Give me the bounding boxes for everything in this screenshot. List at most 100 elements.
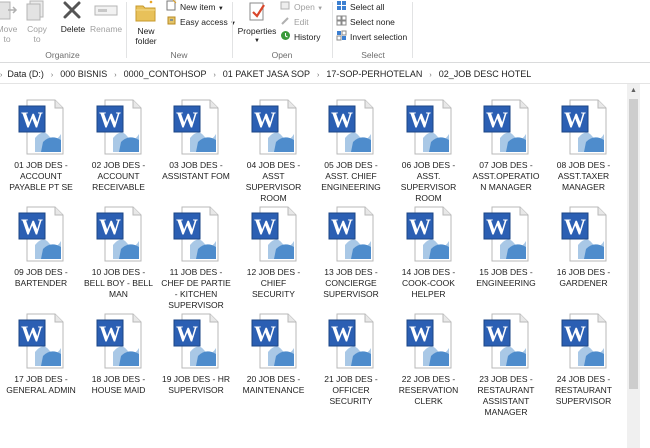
select-none-button[interactable]: Select none	[336, 15, 395, 29]
file-name: 15 JOB DES - ENGINEERING	[471, 267, 541, 289]
vertical-scrollbar[interactable]: ▲	[627, 84, 640, 448]
easy-access-button[interactable]: Easy access ▼	[166, 15, 236, 29]
open-button[interactable]: Open ▼	[280, 0, 323, 14]
file-name: 08 JOB DES - ASST.TAXER MANAGER	[549, 160, 619, 193]
svg-text:W: W	[176, 214, 198, 239]
file-item[interactable]: W 01 JOB DES - ACCOUNT PAYABLE PT SE	[6, 98, 76, 193]
file-name: 22 JOB DES - RESERVATION CLERK	[394, 374, 464, 407]
new-folder-label-1: New	[137, 26, 155, 36]
copy-to-button[interactable]: Copy to	[24, 0, 50, 44]
file-name-line: 23 JOB DES -	[479, 374, 533, 384]
file-name-line: 07 JOB DES -	[479, 160, 533, 170]
breadcrumb-item[interactable]: 02_JOB DESC HOTEL	[436, 65, 535, 83]
file-name-line: BARTENDER	[14, 278, 68, 288]
file-item[interactable]: W 02 JOB DES - ACCOUNT RECEIVABLE	[84, 98, 154, 193]
breadcrumb-chevron-icon[interactable]: ›	[313, 67, 323, 83]
file-name-line: 22 JOB DES -	[401, 374, 456, 384]
breadcrumb-item[interactable]: Data (D:)	[4, 65, 47, 83]
file-name-line: 12 JOB DES -	[246, 267, 301, 277]
file-name-line: 01 JOB DES -	[14, 160, 68, 170]
file-name-line: SECURITY	[329, 396, 373, 406]
breadcrumb-item[interactable]: 000 BISNIS	[57, 65, 110, 83]
word-document-icon: W	[17, 98, 65, 156]
file-name: 20 JOB DES - MAINTENANCE	[239, 374, 309, 396]
file-item[interactable]: W 11 JOB DES - CHEF DE PARTIE - KITCHEN SUPE…	[161, 205, 231, 311]
file-item[interactable]: W 13 JOB DES - CONCIERGE SUPERVISOR	[316, 205, 386, 300]
breadcrumb-item[interactable]: 0000_CONTOHSOP	[121, 65, 210, 83]
file-item[interactable]: W 10 JOB DES - BELL BOY - BELL MAN	[84, 205, 154, 300]
new-item-button[interactable]: New item ▼	[166, 0, 224, 14]
breadcrumb-chevron-icon[interactable]: ›	[110, 67, 120, 83]
properties-button[interactable]: Properties ▼	[236, 0, 278, 46]
file-name-line: 15 JOB DES -	[479, 267, 533, 277]
file-item[interactable]: W 23 JOB DES - RESTAURANT ASSISTANT MANAGER	[471, 312, 541, 418]
file-name: 05 JOB DES - ASST. CHIEF ENGINEERING	[316, 160, 386, 193]
word-document-icon: W	[172, 98, 220, 156]
file-item[interactable]: W 24 JOB DES - RESTAURANT SUPERVISOR	[549, 312, 619, 407]
delete-button[interactable]: Delete	[58, 0, 88, 34]
file-name: 12 JOB DES - CHIEF SECURITY	[239, 267, 309, 300]
file-name-line: 17 JOB DES -	[14, 374, 68, 384]
new-folder-button[interactable]: New folder	[132, 0, 160, 46]
file-item[interactable]: W 12 JOB DES - CHIEF SECURITY	[239, 205, 309, 300]
scroll-up-icon[interactable]: ▲	[627, 84, 640, 97]
copy-to-label: Copy to	[27, 24, 47, 44]
file-item[interactable]: W 09 JOB DES - BARTENDER	[6, 205, 76, 289]
breadcrumb-chevron-icon[interactable]: ›	[425, 67, 435, 83]
svg-text:W: W	[21, 214, 43, 239]
svg-text:W: W	[99, 107, 121, 132]
file-item[interactable]: W 08 JOB DES - ASST.TAXER MANAGER	[549, 98, 619, 193]
file-name-line: 16 JOB DES -	[556, 267, 611, 277]
scrollbar-thumb[interactable]	[629, 99, 638, 389]
word-document-icon: W	[172, 312, 220, 370]
move-to-label: Move to	[0, 24, 18, 44]
file-name: 18 JOB DES - HOUSE MAID	[84, 374, 154, 396]
history-button[interactable]: History	[280, 30, 320, 44]
breadcrumb-item[interactable]: 17-SOP-PERHOTELAN	[323, 65, 425, 83]
file-item[interactable]: W 07 JOB DES - ASST.OPERATIO N MANAGER	[471, 98, 541, 193]
rename-button[interactable]: Rename	[90, 0, 122, 34]
file-item[interactable]: W 21 JOB DES - OFFICER SECURITY	[316, 312, 386, 407]
delete-icon	[63, 1, 81, 19]
file-item[interactable]: W 19 JOB DES - HR SUPERVISOR	[161, 312, 231, 396]
file-item[interactable]: W 17 JOB DES - GENERAL ADMIN	[6, 312, 76, 396]
ribbon-divider	[126, 2, 127, 58]
file-name: 17 JOB DES - GENERAL ADMIN	[6, 374, 76, 396]
word-document-icon: W	[327, 98, 375, 156]
file-item[interactable]: W 22 JOB DES - RESERVATION CLERK	[394, 312, 464, 407]
file-name-line: SUPERVISOR	[168, 300, 224, 310]
file-item[interactable]: W 06 JOB DES - ASST. SUPERVISOR ROOM	[394, 98, 464, 204]
svg-text:W: W	[564, 214, 586, 239]
breadcrumb-chevron-icon[interactable]: ›	[209, 67, 219, 83]
file-item[interactable]: W 14 JOB DES - COOK-COOK HELPER	[394, 205, 464, 300]
file-item[interactable]: W 03 JOB DES - ASSISTANT FOM	[161, 98, 231, 182]
file-name-line: 04 JOB DES -	[246, 160, 301, 170]
open-label: Open	[294, 2, 315, 12]
file-item[interactable]: W 04 JOB DES - ASST SUPERVISOR ROOM	[239, 98, 309, 204]
breadcrumb-chevron-icon[interactable]: ›	[47, 67, 57, 83]
file-name-line: SUPERVISOR	[245, 182, 302, 192]
file-item[interactable]: W 16 JOB DES - GARDENER	[549, 205, 619, 289]
file-name: 10 JOB DES - BELL BOY - BELL MAN	[84, 267, 154, 300]
file-item[interactable]: W 20 JOB DES - MAINTENANCE	[239, 312, 309, 396]
edit-button[interactable]: Edit	[280, 15, 309, 29]
file-name-line: ASST. CHIEF	[325, 171, 377, 181]
file-name-line: 08 JOB DES -	[556, 160, 611, 170]
file-name-line: CONCIERGE	[325, 278, 377, 288]
invert-selection-button[interactable]: Invert selection	[336, 30, 407, 44]
file-name-line: 19 JOB DES - HR	[161, 374, 231, 384]
svg-text:W: W	[564, 321, 586, 346]
file-name-line: ASST	[262, 171, 285, 181]
file-item[interactable]: W 05 JOB DES - ASST. CHIEF ENGINEERING	[316, 98, 386, 193]
file-item[interactable]: W 15 JOB DES - ENGINEERING	[471, 205, 541, 289]
file-item[interactable]: W 18 JOB DES - HOUSE MAID	[84, 312, 154, 396]
svg-text:W: W	[486, 321, 508, 346]
select-all-button[interactable]: Select all	[336, 0, 385, 14]
move-to-button[interactable]: Move to	[0, 0, 20, 44]
file-name: 07 JOB DES - ASST.OPERATIO N MANAGER	[471, 160, 541, 193]
select-group: Select all Select none Invert selection …	[334, 0, 412, 62]
file-name-line: GENERAL ADMIN	[6, 385, 76, 395]
breadcrumb-item[interactable]: 01 PAKET JASA SOP	[220, 65, 313, 83]
invert-selection-label: Invert selection	[350, 32, 408, 42]
file-name: 16 JOB DES - GARDENER	[549, 267, 619, 289]
